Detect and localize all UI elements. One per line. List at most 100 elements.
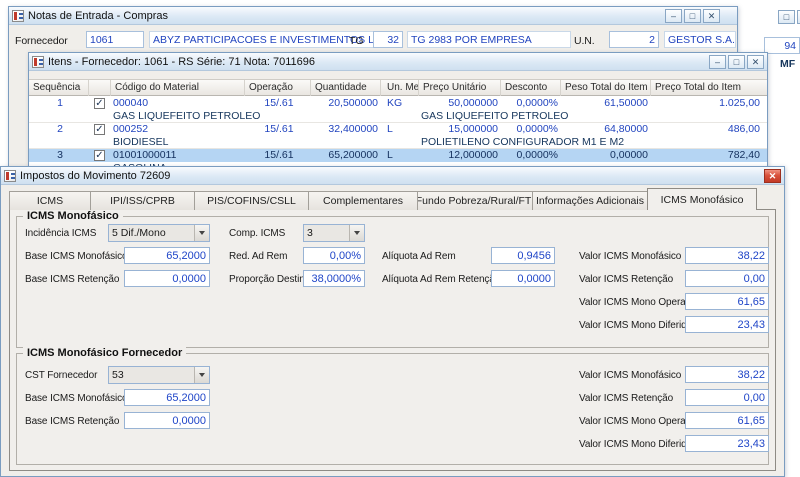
- table-row[interactable]: 1 ✓ 000040 15/.61 20,500000 KG 50,000000…: [29, 97, 767, 110]
- impostos-window-title: Impostos do Movimento 72609: [20, 169, 171, 182]
- row-preco-total: 486,00: [727, 123, 760, 135]
- background-window-buttons-fragment[interactable]: □ ✕: [778, 10, 800, 24]
- close-icon[interactable]: ✕: [703, 8, 720, 23]
- col-header-codigo[interactable]: Código do Material: [113, 80, 245, 96]
- valor-icms-mono-diferido-input[interactable]: 23,43: [685, 435, 769, 452]
- valor-icms-monofasico-input[interactable]: 38,22: [685, 247, 769, 264]
- red-ad-rem-input[interactable]: 0,00%: [303, 247, 365, 264]
- chevron-down-icon: [194, 367, 209, 383]
- row-un-med: KG: [387, 97, 403, 109]
- col-header-un-med[interactable]: Un. Med.: [385, 80, 419, 96]
- base-icms-monofasico-label: Base ICMS Monofásico: [25, 393, 128, 404]
- fornecedor-label: Fornecedor: [15, 35, 68, 47]
- row-operacao: 15/.61: [264, 97, 294, 109]
- close-icon[interactable]: ✕: [764, 168, 781, 183]
- fornecedor-code-field[interactable]: 1061: [86, 31, 144, 48]
- col-header-peso-total[interactable]: Peso Total do Item: [563, 80, 651, 96]
- row-codigo: 000040: [113, 97, 149, 109]
- notas-window-icon: [12, 9, 24, 22]
- valor-icms-mono-operacao-label: Valor ICMS Mono Operação: [579, 416, 702, 427]
- impostos-titlebar[interactable]: Impostos do Movimento 72609 ✕: [1, 167, 784, 185]
- chevron-down-icon: [349, 225, 364, 241]
- col-header-preco-total[interactable]: Preço Total do Item: [653, 80, 763, 96]
- row-operacao: 15/.61: [264, 123, 294, 135]
- close-icon[interactable]: ✕: [747, 54, 764, 69]
- un-label: U.N.: [574, 35, 595, 47]
- tab-panel: ICMS Monofásico Incidência ICMS 5 Dif./M…: [9, 209, 776, 471]
- cst-fornecedor-value: 53: [112, 369, 124, 381]
- col-header-checkbox[interactable]: [91, 80, 111, 96]
- aliquota-ad-rem-retencao-input[interactable]: 0,0000: [491, 270, 555, 287]
- tab-ipi-iss-cprb[interactable]: IPI/ISS/CPRB: [90, 191, 195, 210]
- row-preco-unitario: 50,000000: [448, 97, 498, 109]
- valor-icms-retencao-input[interactable]: 0,00: [685, 270, 769, 287]
- item-checkbox[interactable]: ✓: [94, 98, 105, 109]
- tab-informacoes-adicionais[interactable]: Informações Adicionais: [532, 191, 648, 210]
- base-icms-retencao-input[interactable]: 0,0000: [124, 270, 210, 287]
- valor-icms-mono-operacao-input[interactable]: 61,65: [685, 293, 769, 310]
- item-checkbox[interactable]: ✓: [94, 150, 105, 161]
- row-desconto: 0,0000%: [516, 149, 558, 161]
- groupbox-title: ICMS Monofásico: [23, 210, 123, 222]
- incidencia-icms-select[interactable]: 5 Dif./Mono: [108, 224, 210, 242]
- items-table-header: Sequência Código do Material Operação Qu…: [29, 79, 767, 96]
- table-row-selected[interactable]: 3 ✓ 01001000011 15/.61 65,200000 L 12,00…: [29, 149, 767, 162]
- col-header-preco-unitario[interactable]: Preço Unitário: [421, 80, 501, 96]
- table-row-description[interactable]: GAS LIQUEFEITO PETROLEO GAS LIQUEFEITO P…: [29, 110, 767, 123]
- base-icms-retencao-label: Base ICMS Retenção: [25, 274, 120, 285]
- valor-icms-monofasico-input[interactable]: 38,22: [685, 366, 769, 383]
- tg-code-field[interactable]: 32: [373, 31, 403, 48]
- proporcao-destino-input[interactable]: 38,0000%: [303, 270, 365, 287]
- base-icms-retencao-input[interactable]: 0,0000: [124, 412, 210, 429]
- base-icms-monofasico-label: Base ICMS Monofásico: [25, 251, 128, 262]
- aliquota-ad-rem-input[interactable]: 0,9456: [491, 247, 555, 264]
- col-header-quantidade[interactable]: Quantidade: [313, 80, 381, 96]
- comp-icms-value: 3: [307, 227, 313, 239]
- comp-icms-label: Comp. ICMS: [229, 228, 286, 239]
- tg-desc-field[interactable]: TG 2983 POR EMPRESA: [407, 31, 571, 48]
- valor-icms-mono-diferido-input[interactable]: 23,43: [685, 316, 769, 333]
- maximize-icon[interactable]: □: [684, 8, 701, 23]
- col-header-desconto[interactable]: Desconto: [503, 80, 561, 96]
- background-field-fragment: 94: [764, 37, 800, 54]
- row-descricao: BIODIESEL: [113, 136, 169, 148]
- maximize-icon[interactable]: □: [728, 54, 745, 69]
- tab-pis-cofins-csll[interactable]: PIS/COFINS/CSLL: [194, 191, 309, 210]
- tab-icms[interactable]: ICMS: [9, 191, 91, 210]
- minimize-icon[interactable]: –: [709, 54, 726, 69]
- item-checkbox[interactable]: ✓: [94, 124, 105, 135]
- tab-fundo-pobreza[interactable]: Fundo Pobreza/Rural/FTI: [417, 191, 533, 210]
- notas-titlebar[interactable]: Notas de Entrada - Compras – □ ✕: [9, 7, 737, 25]
- table-row[interactable]: 2 ✓ 000252 15/.61 32,400000 L 15,000000 …: [29, 123, 767, 136]
- base-icms-monofasico-input[interactable]: 65,2000: [124, 389, 210, 406]
- table-row-description[interactable]: BIODIESEL POLIETILENO CONFIGURADOR M1 E …: [29, 136, 767, 149]
- row-operacao: 15/.61: [264, 149, 294, 161]
- fornecedor-name-field[interactable]: ABYZ PARTICIPACOES E INVESTIMENTOS LTDA: [149, 31, 381, 48]
- row-desconto: 0,0000%: [516, 123, 558, 135]
- un-name-field[interactable]: GESTOR S.A.: [664, 31, 736, 48]
- valor-icms-mono-diferido-label: Valor ICMS Mono Diferido: [579, 320, 693, 331]
- row-peso-total: 0,00000: [610, 149, 648, 161]
- row-quantidade: 32,400000: [328, 123, 378, 135]
- tab-complementares[interactable]: Complementares: [308, 191, 418, 210]
- comp-icms-select[interactable]: 3: [303, 224, 365, 242]
- cst-fornecedor-select[interactable]: 53: [108, 366, 210, 384]
- valor-icms-retencao-input[interactable]: 0,00: [685, 389, 769, 406]
- tab-icms-monofasico[interactable]: ICMS Monofásico: [647, 188, 757, 210]
- col-header-sequencia[interactable]: Sequência: [31, 80, 89, 96]
- row-preco-total: 1.025,00: [719, 97, 760, 109]
- valor-icms-monofasico-label: Valor ICMS Monofásico: [579, 370, 682, 381]
- row-seq: 2: [57, 123, 63, 135]
- un-code-field[interactable]: 2: [609, 31, 659, 48]
- col-header-operacao[interactable]: Operação: [247, 80, 311, 96]
- valor-icms-retencao-label: Valor ICMS Retenção: [579, 274, 674, 285]
- itens-titlebar[interactable]: Itens - Fornecedor: 1061 - RS Série: 71 …: [29, 53, 767, 71]
- base-icms-monofasico-input[interactable]: 65,2000: [124, 247, 210, 264]
- maximize-icon[interactable]: □: [778, 10, 795, 24]
- itens-window: Itens - Fornecedor: 1061 - RS Série: 71 …: [28, 52, 768, 170]
- minimize-icon[interactable]: –: [665, 8, 682, 23]
- valor-icms-mono-operacao-input[interactable]: 61,65: [685, 412, 769, 429]
- aliquota-ad-rem-retencao-label: Alíquota Ad Rem Retenção: [382, 274, 501, 285]
- tax-tabs: ICMS IPI/ISS/CPRB PIS/COFINS/CSLL Comple…: [9, 188, 757, 210]
- background-text-fragment: MF: [780, 58, 796, 70]
